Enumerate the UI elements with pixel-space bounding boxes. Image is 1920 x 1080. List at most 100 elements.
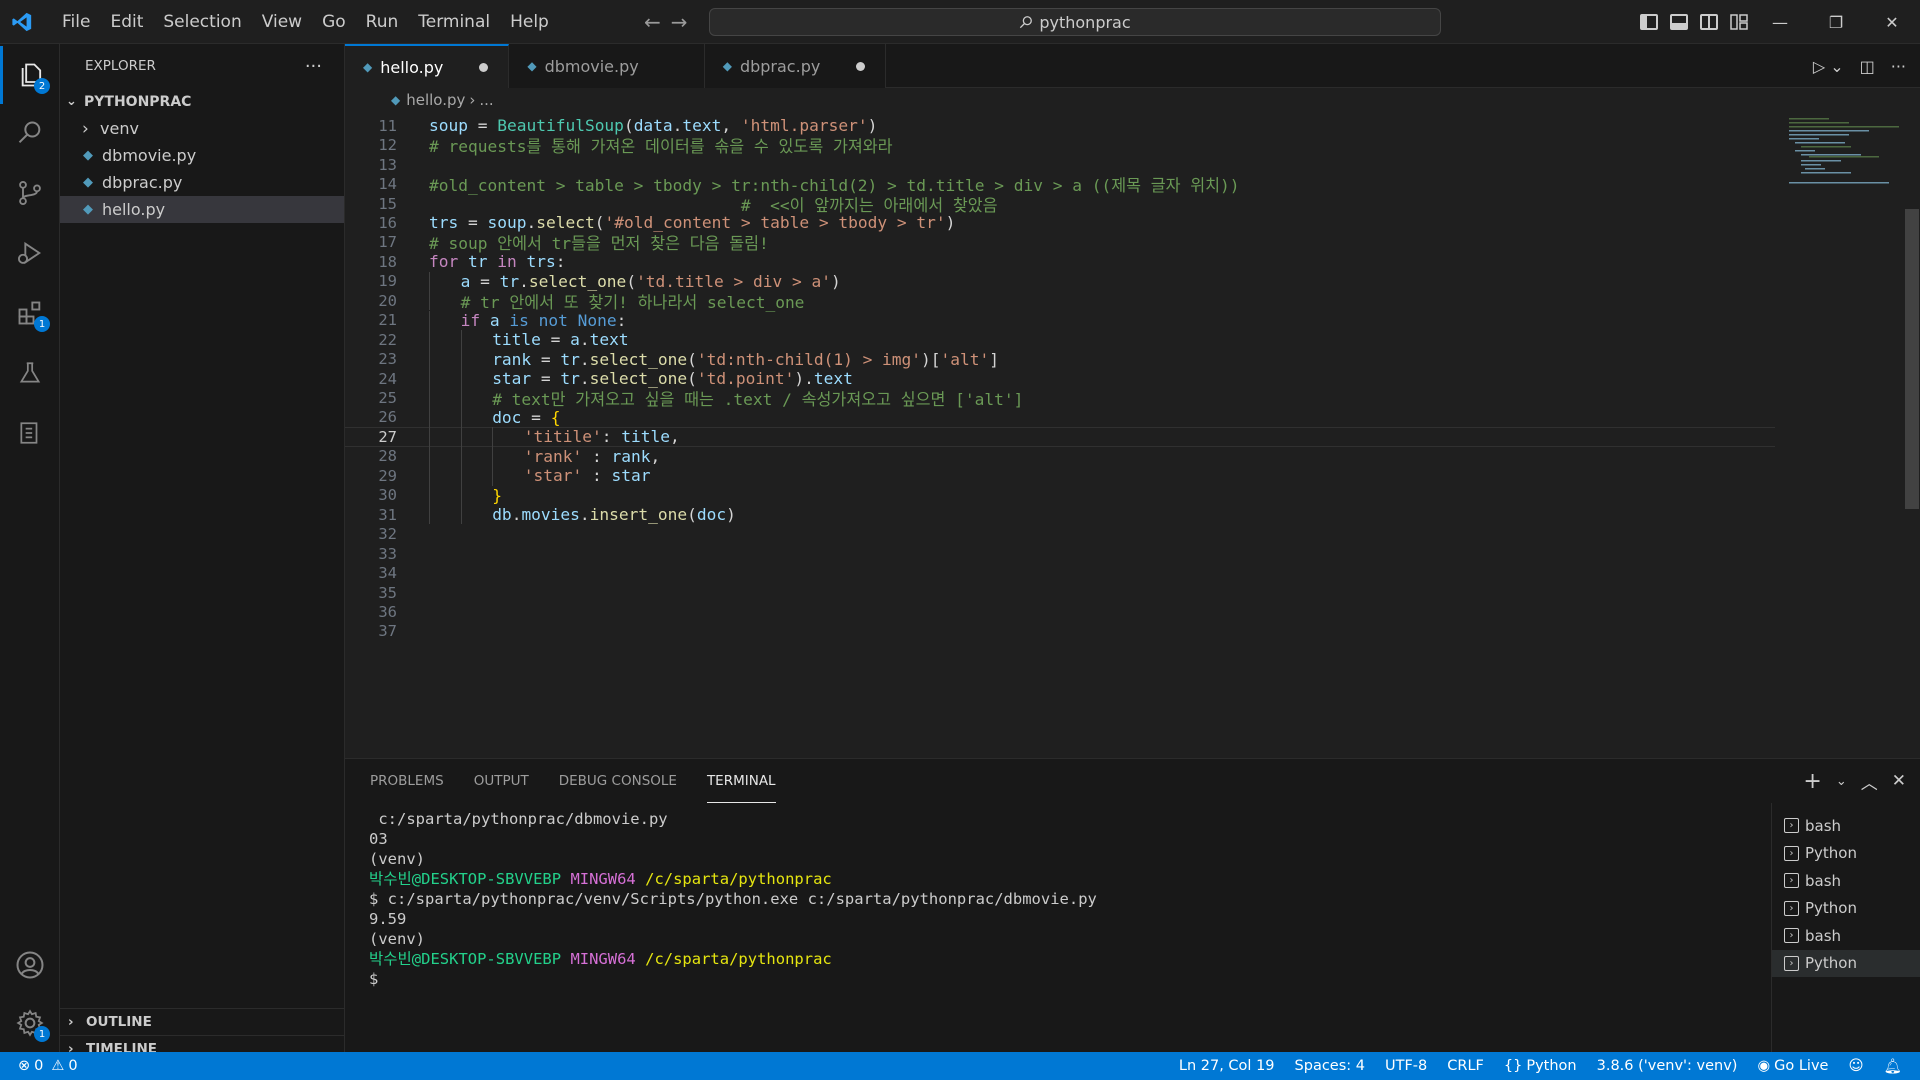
- terminal-text: (venv): [369, 930, 425, 948]
- tab-dbmovie-py[interactable]: ◆ dbmovie.py: [509, 44, 705, 88]
- workspace-root-folder[interactable]: ⌄ PYTHONPRAC: [60, 88, 344, 115]
- python-file-icon: ◆: [83, 175, 93, 190]
- tab-hello-py[interactable]: ◆ hello.py: [345, 44, 510, 88]
- code-text: 'titile': title,: [524, 427, 680, 446]
- customize-layout-icon[interactable]: [1730, 14, 1748, 30]
- end-of-line[interactable]: CRLF: [1437, 1058, 1494, 1074]
- menu-edit[interactable]: Edit: [100, 0, 153, 44]
- python-interpreter[interactable]: 3.8.6 ('venv': venv): [1587, 1058, 1748, 1074]
- source-control-icon[interactable]: [0, 164, 60, 222]
- line-number: 17: [378, 233, 397, 252]
- folder-item[interactable]: › venv: [60, 115, 344, 142]
- terminal-dropdown-icon[interactable]: ⌄: [1836, 774, 1847, 789]
- go-live-button[interactable]: ◉ Go Live: [1747, 1058, 1838, 1074]
- line-number: 32: [378, 525, 397, 544]
- terminal-output[interactable]: c:/sparta/pythonprac/dbmovie.py 03 (venv) 박…: [369, 809, 1769, 989]
- code-token: is not: [509, 310, 568, 330]
- explorer-icon[interactable]: 2: [0, 46, 60, 104]
- code-token: title: [492, 330, 541, 350]
- maximize-panel-icon[interactable]: ︿: [1861, 769, 1878, 794]
- code-text: rank = tr.select_one('td:nth-child(1) > …: [492, 350, 999, 369]
- problems-status[interactable]: ⊗ 0 ⚠ 0: [8, 1058, 88, 1074]
- panel-tabs: PROBLEMS OUTPUT DEBUG CONSOLE TERMINAL: [345, 759, 1920, 803]
- menu-run[interactable]: Run: [356, 0, 409, 44]
- toggle-primary-sidebar-icon[interactable]: [1640, 14, 1658, 30]
- breadcrumb-symbol[interactable]: ...: [479, 91, 493, 109]
- language-mode[interactable]: {} Python: [1494, 1058, 1587, 1074]
- terminal-instance[interactable]: › bash: [1772, 867, 1920, 895]
- new-terminal-icon[interactable]: +: [1803, 769, 1821, 794]
- unsaved-dot-icon[interactable]: [856, 61, 866, 71]
- terminal-icon: ›: [1784, 845, 1799, 861]
- minimap[interactable]: [1787, 116, 1905, 758]
- menu-selection[interactable]: Selection: [153, 0, 251, 44]
- code-token: 'alt': [940, 349, 990, 369]
- cursor-position[interactable]: Ln 27, Col 19: [1169, 1058, 1285, 1074]
- toggle-secondary-sidebar-icon[interactable]: [1700, 14, 1718, 30]
- terminal-instance[interactable]: › bash: [1772, 812, 1920, 840]
- panel-tab-terminal[interactable]: TERMINAL: [706, 759, 776, 803]
- unsaved-dot-icon[interactable]: [479, 62, 489, 72]
- extensions-icon[interactable]: 1: [0, 284, 60, 342]
- close-icon[interactable]: ✕: [1864, 0, 1920, 44]
- code-editor[interactable]: 11 soup = BeautifulSoup(data.text, 'html.…: [345, 116, 1920, 758]
- indent-guide: [429, 329, 430, 350]
- breadcrumb-file[interactable]: hello.py: [406, 91, 465, 109]
- command-center-search[interactable]: pythonprac: [709, 8, 1441, 36]
- search-icon: [1020, 16, 1033, 29]
- terminal-instance[interactable]: › Python: [1772, 840, 1920, 868]
- encoding[interactable]: UTF-8: [1375, 1058, 1437, 1074]
- terminal-list: › bash › Python › bash › Python › bash › Python: [1771, 803, 1920, 1053]
- terminal-instance[interactable]: › Python: [1772, 895, 1920, 923]
- tab-dbprac-py[interactable]: ◆ dbprac.py: [704, 44, 887, 88]
- file-item[interactable]: ◆ dbmovie.py: [60, 142, 344, 169]
- menu-go[interactable]: Go: [312, 0, 356, 44]
- panel-tab-debug-console[interactable]: DEBUG CONSOLE: [559, 759, 677, 803]
- remote-explorer-icon[interactable]: [0, 404, 60, 462]
- run-and-debug-icon[interactable]: [0, 224, 60, 282]
- feedback-icon[interactable]: ☺: [1838, 1058, 1873, 1074]
- outline-section[interactable]: › OUTLINE: [60, 1008, 345, 1035]
- code-token: ): [726, 505, 736, 525]
- terminal-line: 03: [369, 829, 1769, 849]
- minimize-icon[interactable]: —: [1752, 0, 1808, 44]
- indent-guide: [429, 310, 430, 330]
- account-icon[interactable]: [0, 936, 60, 994]
- file-item[interactable]: ◆ hello.py: [60, 196, 344, 223]
- terminal-instance[interactable]: › Python: [1772, 949, 1920, 977]
- menu-file[interactable]: File: [52, 0, 100, 44]
- forward-arrow-icon[interactable]: →: [671, 10, 688, 34]
- panel-tab-problems[interactable]: PROBLEMS: [370, 759, 444, 803]
- menu-view[interactable]: View: [252, 0, 312, 44]
- close-panel-icon[interactable]: ✕: [1892, 771, 1906, 791]
- menu-help[interactable]: Help: [500, 0, 559, 44]
- toggle-panel-icon[interactable]: [1670, 14, 1688, 30]
- code-token: in: [497, 252, 517, 272]
- line-number: 26: [378, 408, 397, 427]
- split-editor-icon[interactable]: ◫: [1860, 57, 1875, 76]
- editor-group: ◆ hello.py ◆ dbmovie.py ◆ dbprac.py ▷ ⌄ ◫ ···…: [345, 44, 1920, 758]
- more-actions-icon[interactable]: ···: [1891, 57, 1906, 76]
- code-text: }: [492, 486, 502, 505]
- panel-tab-output[interactable]: OUTPUT: [474, 759, 529, 803]
- restore-icon[interactable]: ❐: [1808, 0, 1864, 44]
- editor-scrollbar[interactable]: [1905, 209, 1919, 509]
- code-text: doc = {: [492, 408, 560, 427]
- indent-guide: [429, 407, 430, 428]
- manage-gear-icon[interactable]: 1: [0, 994, 60, 1052]
- code-text: # <<이 앞까지는 아래에서 찾았음: [429, 192, 998, 216]
- code-token: if: [460, 310, 481, 330]
- indentation[interactable]: Spaces: 4: [1285, 1058, 1375, 1074]
- file-item[interactable]: ◆ dbprac.py: [60, 169, 344, 196]
- run-python-file-icon[interactable]: ▷ ⌄: [1813, 57, 1844, 76]
- explorer-more-actions-icon[interactable]: ···: [305, 56, 322, 77]
- search-icon[interactable]: [0, 104, 60, 162]
- testing-flask-icon[interactable]: [0, 344, 60, 402]
- notifications-bell-icon[interactable]: 🔔︎: [1874, 1058, 1912, 1075]
- terminal-instance[interactable]: › bash: [1772, 922, 1920, 950]
- code-token: 'td:nth-child(1) > img': [696, 349, 922, 369]
- back-arrow-icon[interactable]: ←: [644, 10, 661, 34]
- menu-terminal[interactable]: Terminal: [408, 0, 500, 44]
- breadcrumb-file-icon: ◆: [391, 93, 401, 107]
- python-file-icon: ◆: [722, 59, 732, 73]
